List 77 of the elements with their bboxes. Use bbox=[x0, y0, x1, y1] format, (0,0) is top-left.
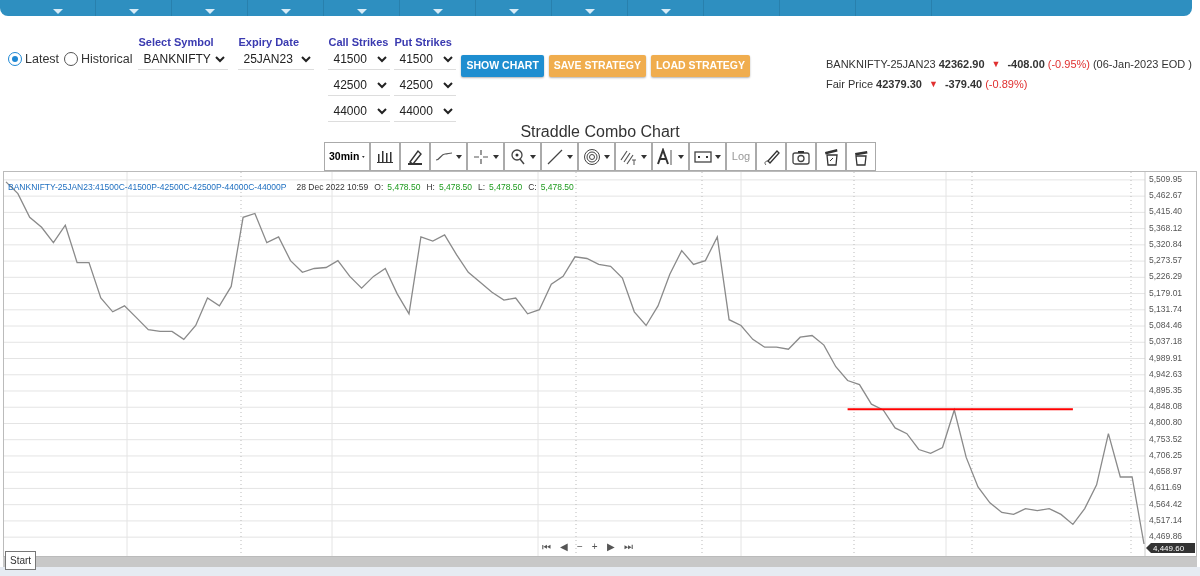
field-label: Expiry Date bbox=[238, 36, 300, 48]
target-icon[interactable] bbox=[583, 147, 601, 166]
line-icon[interactable] bbox=[546, 147, 564, 166]
y-tick-label: 4,942.63 bbox=[1149, 368, 1183, 379]
y-tick-label: 5,226.29 bbox=[1149, 271, 1183, 282]
nav-control[interactable]: − bbox=[577, 539, 583, 554]
y-tick-label: 5,462.67 bbox=[1149, 190, 1183, 201]
y-tick-label: 5,179.01 bbox=[1149, 287, 1183, 298]
nav-control[interactable]: ▶ bbox=[606, 539, 615, 554]
caret-icon[interactable] bbox=[678, 154, 684, 159]
scrollbar[interactable] bbox=[3, 557, 1197, 567]
y-tick-label: 4,706.25 bbox=[1149, 449, 1183, 460]
down-arrow-icon: ▼ bbox=[928, 74, 938, 94]
y-tick-label: 4,469.86 bbox=[1149, 531, 1183, 542]
change-value: -379.40 bbox=[944, 77, 983, 92]
y-tick-label: 5,131.74 bbox=[1149, 303, 1183, 314]
ohlc-value: 5,478.50 bbox=[489, 181, 523, 194]
caret-icon[interactable] bbox=[715, 154, 721, 159]
price-value: 42362.90 bbox=[938, 57, 985, 72]
interval-dropdown[interactable]: 30min bbox=[324, 142, 370, 171]
y-tick-label: 4,895.35 bbox=[1149, 385, 1183, 395]
last-price-label: 4,449.60 bbox=[1146, 543, 1195, 553]
nav-control[interactable]: ◀ bbox=[560, 539, 568, 554]
y-tick-label: 5,368.12 bbox=[1149, 222, 1183, 233]
y-tick-label: 4,517.14 bbox=[1149, 514, 1183, 525]
percent-change: (-0.95%) bbox=[1047, 57, 1090, 72]
caret-icon[interactable] bbox=[456, 154, 462, 159]
tooltip: Start bbox=[5, 551, 37, 570]
y-tick-label: 5,509.95 bbox=[1149, 173, 1183, 184]
caret-icon[interactable] bbox=[567, 154, 573, 159]
trash-icon[interactable] bbox=[822, 147, 840, 166]
y-tick-label: 5,320.84 bbox=[1149, 238, 1183, 249]
radio-label: Historical bbox=[81, 50, 133, 68]
price-value: 42379.30 bbox=[876, 77, 922, 92]
chart-title: Straddle Combo Chart bbox=[519, 122, 681, 142]
change-value: -408.00 bbox=[1007, 57, 1045, 72]
field-label: Call Strikes bbox=[328, 36, 390, 48]
ruler-pen-icon[interactable] bbox=[406, 147, 424, 166]
ohlc-key: O: bbox=[374, 181, 384, 194]
ohlc-value: 5,478.50 bbox=[540, 181, 574, 194]
percent-change: (-0.89%) bbox=[985, 77, 1028, 92]
y-tick-label: 4,753.52 bbox=[1149, 433, 1183, 444]
y-tick-label: 4,611.69 bbox=[1149, 482, 1182, 493]
y-tick-label: 4,848.08 bbox=[1149, 401, 1183, 412]
y-tick-label: 5,084.46 bbox=[1149, 320, 1183, 331]
nav-control[interactable]: ⏮ bbox=[542, 539, 551, 554]
ohlc-value: 5,478.50 bbox=[438, 181, 472, 194]
ohlc-key: H: bbox=[426, 181, 435, 194]
y-tick-label: 4,800.80 bbox=[1149, 417, 1183, 428]
caret-icon[interactable] bbox=[641, 154, 647, 159]
y-tick-label: 4,658.97 bbox=[1149, 466, 1183, 477]
y-tick-label: 5,037.18 bbox=[1149, 336, 1183, 347]
y-tick-label: 4,989.91 bbox=[1149, 352, 1183, 363]
y-tick-label: 5,415.40 bbox=[1149, 206, 1183, 217]
radio-label: Latest bbox=[25, 50, 60, 68]
y-tick-label: 4,564.42 bbox=[1149, 498, 1183, 509]
ohlc-key: C: bbox=[528, 181, 537, 194]
caret-icon[interactable] bbox=[604, 154, 610, 159]
button[interactable]: SHOW CHART bbox=[461, 55, 544, 77]
field-label: Select Symbol bbox=[138, 36, 215, 48]
quote-label: BANKNIFTY-25JAN23 bbox=[826, 57, 936, 72]
series-label: BANKNIFTY-25JAN23:41500C-41500P-42500C-42500P-44000C-44000P bbox=[8, 181, 287, 194]
caret-icon[interactable] bbox=[530, 154, 536, 159]
down-arrow-icon: ▼ bbox=[991, 54, 1001, 74]
ohlc-key: L: bbox=[478, 181, 486, 194]
field-label: Put Strikes bbox=[394, 36, 453, 48]
quote-label: Fair Price bbox=[826, 77, 874, 92]
caret-icon[interactable] bbox=[493, 154, 499, 159]
ohlc-value: 5,478.50 bbox=[387, 181, 421, 194]
nav-control[interactable]: + bbox=[591, 539, 598, 554]
date-note: (06-Jan-2023 EOD ) bbox=[1092, 57, 1192, 72]
y-tick-label: 5,273.57 bbox=[1149, 255, 1183, 266]
text-icon[interactable] bbox=[657, 147, 675, 166]
trend-line[interactable] bbox=[846, 408, 1074, 411]
zoom-icon[interactable] bbox=[509, 147, 527, 166]
nav-control[interactable]: ⏭ bbox=[623, 539, 633, 554]
time-label: 28 Dec 2022 10:59 bbox=[296, 181, 369, 194]
